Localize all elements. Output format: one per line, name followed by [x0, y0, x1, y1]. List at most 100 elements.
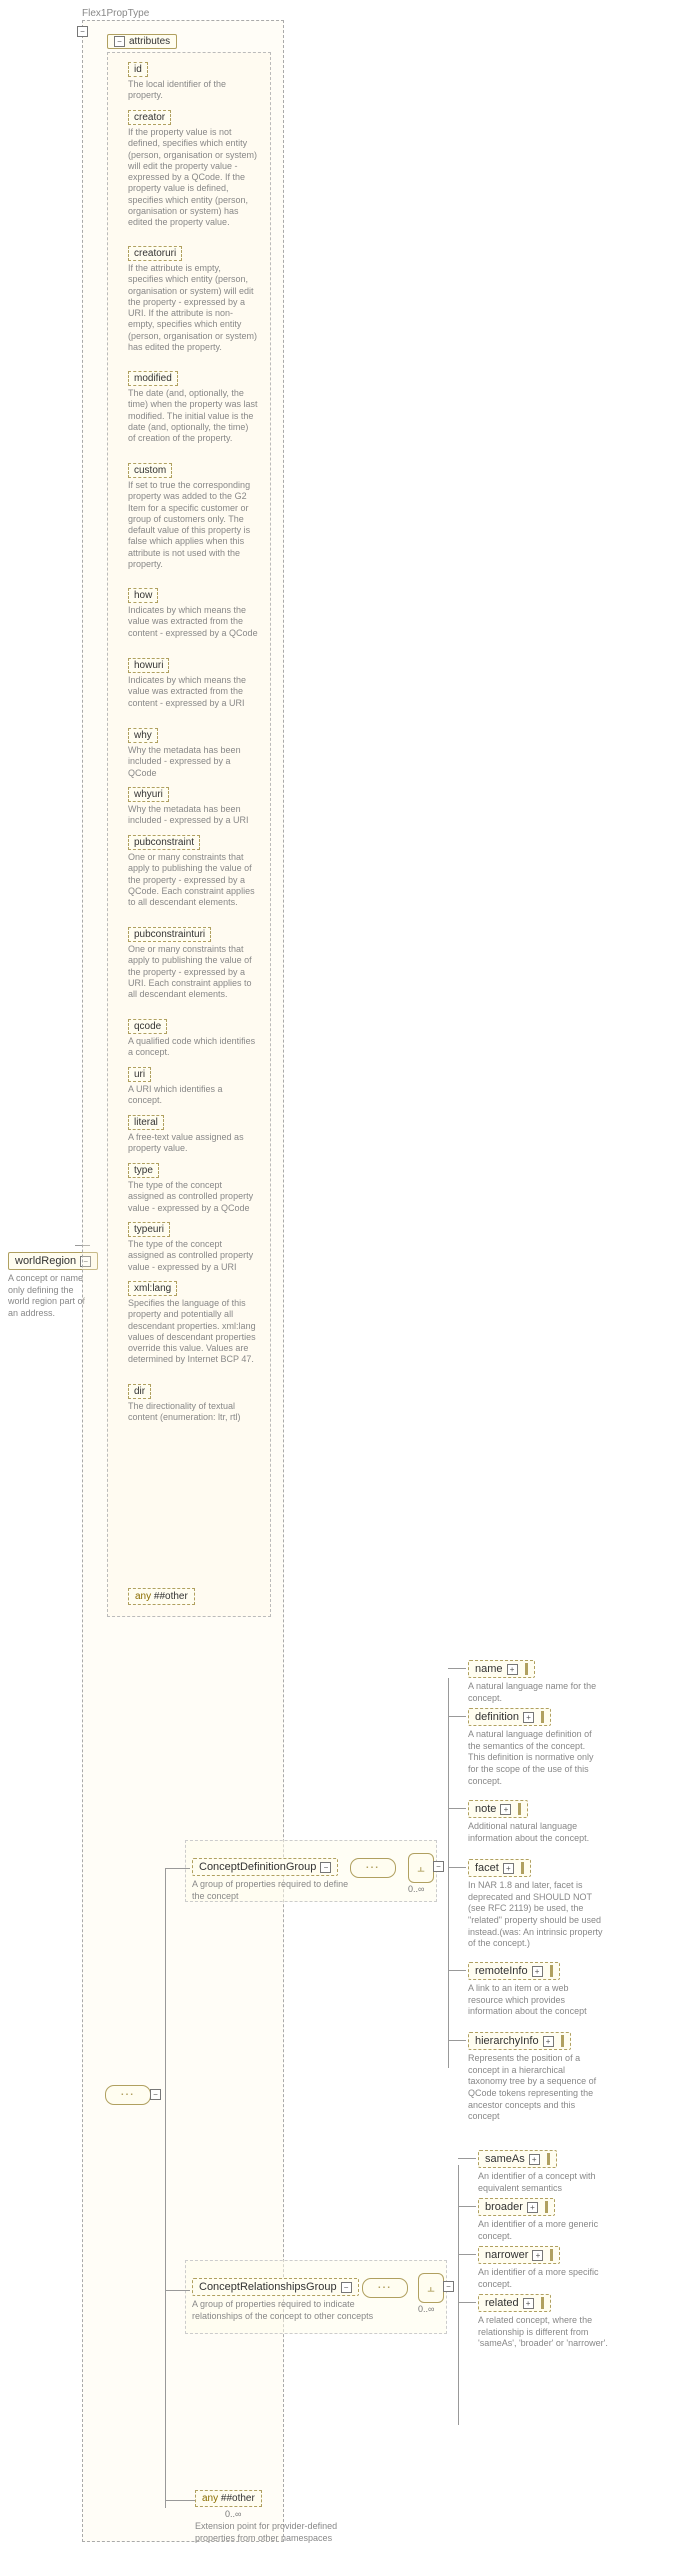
connector [458, 2302, 476, 2303]
child-desc: Represents the position of a concept in … [468, 2050, 603, 2123]
connector [448, 1678, 449, 2068]
expand-icon[interactable]: − [433, 1861, 444, 1872]
expand-icon[interactable]: − [150, 2089, 161, 2100]
child-desc: An identifier of a concept with equivale… [478, 2168, 613, 2194]
child-name: related [485, 2297, 519, 2309]
collapse-icon[interactable] [114, 36, 125, 47]
attr-type: typeThe type of the concept assigned as … [128, 1163, 258, 1214]
attr-desc: The directionality of textual content (e… [128, 1401, 258, 1424]
child-desc: A natural language definition of the sem… [468, 1726, 603, 1787]
sequence-compositor [350, 1858, 396, 1878]
child-box: hierarchyInfo [468, 2032, 571, 2050]
expand-icon[interactable]: − [77, 26, 88, 37]
expand-icon[interactable] [507, 1664, 518, 1675]
child-box: narrower [478, 2246, 560, 2264]
attr-howuri: howuriIndicates by which means the value… [128, 658, 258, 709]
expand-icon[interactable] [503, 1863, 514, 1874]
child-name: note [475, 1803, 496, 1815]
expand-icon[interactable] [529, 2154, 540, 2165]
choice-compositor [408, 1853, 434, 1883]
more-stub [550, 2249, 553, 2261]
attr-whyuri: whyuriWhy the metadata has been included… [128, 787, 258, 827]
attr-name: custom [128, 463, 172, 478]
attr-name: dir [128, 1384, 151, 1399]
child-broader: broader An identifier of a more generic c… [478, 2198, 613, 2242]
child-desc: An identifier of a more specific concept… [478, 2264, 613, 2290]
child-name: hierarchyInfo [475, 2035, 539, 2047]
expand-icon[interactable] [543, 2036, 554, 2047]
connector [458, 2158, 476, 2159]
attr-name: xml:lang [128, 1281, 177, 1296]
choice-compositor [418, 2273, 444, 2303]
expand-icon[interactable] [532, 1966, 543, 1977]
attr-desc: If set to true the corresponding propert… [128, 480, 258, 570]
collapse-icon[interactable] [341, 2282, 352, 2293]
crg-label-box: ConceptRelationshipsGroup [192, 2278, 359, 2296]
attr-desc: Indicates by which means the value was e… [128, 675, 258, 709]
attr-name: qcode [128, 1019, 167, 1034]
attr-creator: creatorIf the property value is not defi… [128, 110, 258, 228]
attr-name: uri [128, 1067, 151, 1082]
child-desc: A related concept, where the relationshi… [478, 2312, 613, 2350]
child-name: narrower [485, 2249, 528, 2261]
more-stub [547, 2153, 550, 2165]
child-narrower: narrower An identifier of a more specific… [478, 2246, 613, 2290]
attr-name: pubconstraint [128, 835, 200, 850]
attr-pubconstrainturi: pubconstrainturiOne or many constraints … [128, 927, 258, 1000]
more-stub [561, 2035, 564, 2047]
expand-icon[interactable] [523, 2298, 534, 2309]
more-stub [550, 1965, 553, 1977]
attr-creatoruri: creatoruriIf the attribute is empty, spe… [128, 246, 258, 353]
any-card: 0..∞ [225, 2509, 241, 2519]
expand-icon[interactable]: − [443, 2281, 454, 2292]
any-keyword: any [202, 2493, 218, 2504]
crg-label: ConceptRelationshipsGroup [199, 2281, 337, 2293]
attr-desc: The type of the concept assigned as cont… [128, 1239, 258, 1273]
child-definition: definition A natural language definition … [468, 1708, 603, 1787]
attr-qcode: qcodeA qualified code which identifies a… [128, 1019, 258, 1059]
sequence-compositor [105, 2085, 151, 2105]
child-name: broader [485, 2201, 523, 2213]
child-desc: An identifier of a more generic concept. [478, 2216, 613, 2242]
child-desc: A link to an item or a web resource whic… [468, 1980, 603, 2018]
attr-desc: If the property value is not defined, sp… [128, 127, 258, 228]
child-note: note Additional natural language informat… [468, 1800, 603, 1844]
cdg-label-box: ConceptDefinitionGroup [192, 1858, 338, 1876]
expand-icon[interactable] [532, 2250, 543, 2261]
attr-how: howIndicates by which means the value wa… [128, 588, 258, 639]
child-name: definition [475, 1711, 519, 1723]
cdg-desc: A group of properties required to define… [192, 1876, 362, 1902]
child-box: remoteInfo [468, 1962, 560, 1980]
more-stub [541, 1711, 544, 1723]
root-element-name: worldRegion [15, 1255, 76, 1267]
expand-icon[interactable] [527, 2202, 538, 2213]
attr-name: literal [128, 1115, 164, 1130]
more-stub [525, 1663, 528, 1675]
attr-name: pubconstrainturi [128, 927, 211, 942]
attr-name: typeuri [128, 1222, 170, 1237]
attr-name: whyuri [128, 787, 169, 802]
attr-why: whyWhy the metadata has been included - … [128, 728, 258, 779]
connector [448, 1668, 466, 1669]
attr-desc: The type of the concept assigned as cont… [128, 1180, 258, 1214]
any-attribute: any ##other [128, 1588, 195, 1605]
expand-icon[interactable] [500, 1804, 511, 1815]
child-remoteInfo: remoteInfoA link to an item or a web res… [468, 1962, 603, 2018]
connector [458, 2254, 476, 2255]
crg-desc: A group of properties required to indica… [192, 2296, 382, 2322]
child-box: broader [478, 2198, 555, 2216]
expand-icon[interactable] [523, 1712, 534, 1723]
connector [448, 1867, 466, 1868]
more-stub [541, 2297, 544, 2309]
child-name: sameAs [485, 2153, 525, 2165]
attr-id: idThe local identifier of the property. [128, 62, 258, 102]
child-name: nameA natural language name for the conc… [468, 1660, 603, 1704]
attr-name: id [128, 62, 148, 77]
more-stub [521, 1862, 524, 1874]
child-sameAs: sameAs An identifier of a concept with eq… [478, 2150, 613, 2194]
child-desc: Additional natural language information … [468, 1818, 603, 1844]
collapse-icon[interactable] [320, 1862, 331, 1873]
attr-desc: Specifies the language of this property … [128, 1298, 258, 1366]
any-keyword: any [135, 1591, 151, 1602]
sequence-compositor [362, 2278, 408, 2298]
